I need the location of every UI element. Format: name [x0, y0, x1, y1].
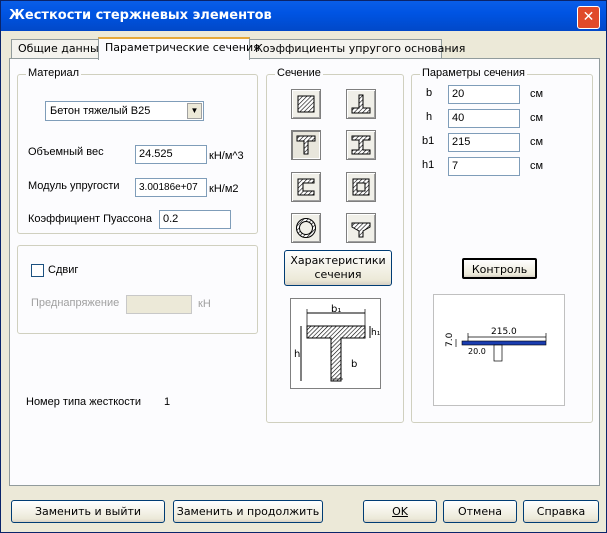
material-select[interactable]: Бетон тяжелый В25 ▼ — [45, 101, 204, 121]
param-b-field[interactable]: 20 — [448, 85, 520, 104]
ring-section-button[interactable] — [291, 213, 321, 243]
param-h-field[interactable]: 40 — [448, 109, 520, 128]
param-b-label: b — [426, 87, 433, 99]
section-characteristics-button[interactable]: Характеристики сечения — [284, 250, 392, 286]
box-section-button[interactable] — [346, 172, 376, 202]
param-h1-unit: см — [530, 160, 544, 172]
title-bar: Жесткости стержневых элементов ✕ — [1, 1, 606, 31]
prestress-label: Преднапряжение — [31, 297, 120, 309]
tee-section-icon — [296, 135, 316, 155]
channel-section-button[interactable] — [291, 172, 321, 202]
inverted-tee-section-icon — [351, 94, 371, 114]
control-button[interactable]: Контроль — [462, 258, 537, 279]
prestress-field[interactable] — [126, 295, 192, 314]
material-select-value: Бетон тяжелый В25 — [50, 105, 151, 117]
shear-group: Сдвиг Преднапряжение кН — [17, 245, 258, 334]
diagram-h1-label: h₁ — [371, 328, 380, 338]
modulus-field[interactable]: 3.00186e+07 — [135, 178, 207, 197]
box-section-icon — [352, 178, 370, 196]
weight-field[interactable]: 24.525 — [135, 145, 207, 164]
diagram-h-label: h — [294, 349, 300, 360]
help-button[interactable]: Справка — [523, 500, 599, 523]
rectangle-section-button[interactable] — [291, 89, 321, 119]
tab-parametric-sections[interactable]: Параметрические сечения — [98, 37, 260, 60]
param-h1-label: h1 — [422, 159, 435, 171]
preview-web-label: 20.0 — [468, 347, 486, 356]
close-button[interactable]: ✕ — [577, 6, 600, 29]
params-group: Параметры сечения b 20 см h 40 см b1 215… — [411, 67, 593, 423]
param-b1-field[interactable]: 215 — [448, 133, 520, 152]
cancel-button[interactable]: Отмена — [443, 500, 517, 523]
preview-width-label: 215.0 — [491, 327, 517, 337]
tab-general[interactable]: Общие данные — [11, 39, 107, 58]
modulus-label: Модуль упругости — [28, 180, 120, 192]
param-b1-label: b1 — [422, 135, 435, 147]
param-h-label: h — [426, 111, 433, 123]
preview-height-label: 7.0 — [445, 332, 455, 347]
section-preview-drawing: 215.0 7.0 20.0 — [445, 327, 547, 362]
weight-unit: кН/м^3 — [209, 150, 244, 162]
inverted-tee-section-button[interactable] — [346, 89, 376, 119]
section-group: Сечение Характеристики сечения b₁ h₁ h b — [266, 67, 404, 423]
section-group-title: Сечение — [275, 67, 323, 79]
tab-panel: Материал Бетон тяжелый В25 ▼ Объемный ве… — [9, 58, 600, 486]
modulus-unit: кН/м2 — [209, 183, 239, 195]
i-beam-section-icon — [351, 135, 371, 155]
i-beam-section-button[interactable] — [346, 130, 376, 160]
poisson-field[interactable]: 0.2 — [159, 210, 231, 229]
cross-section-icon — [351, 222, 371, 238]
param-h1-field[interactable]: 7 — [448, 157, 520, 176]
tee-diagram-drawing: b₁ h₁ h b — [294, 304, 381, 382]
diagram-b1-label: b₁ — [331, 304, 341, 315]
replace-continue-button[interactable]: Заменить и продолжить — [173, 500, 323, 523]
param-b1-unit: см — [530, 136, 544, 148]
stiffness-type-label: Номер типа жесткости — [26, 396, 141, 408]
param-h-unit: см — [530, 112, 544, 124]
diagram-b-label: b — [351, 359, 357, 370]
shear-checkbox[interactable] — [31, 264, 44, 277]
close-icon: ✕ — [582, 9, 595, 25]
dialog-window: Жесткости стержневых элементов ✕ Общие д… — [0, 0, 607, 533]
ring-section-icon — [296, 218, 316, 238]
tee-dimension-diagram: b₁ h₁ h b — [290, 298, 381, 389]
shear-label: Сдвиг — [48, 264, 79, 276]
param-b-unit: см — [530, 88, 544, 100]
material-group: Материал Бетон тяжелый В25 ▼ Объемный ве… — [17, 67, 258, 234]
tee-section-button[interactable] — [291, 130, 321, 160]
chevron-down-icon[interactable]: ▼ — [187, 103, 202, 119]
stiffness-type-value: 1 — [164, 396, 171, 408]
cross-section-button[interactable] — [346, 213, 376, 243]
prestress-unit: кН — [198, 298, 211, 310]
weight-label: Объемный вес — [28, 146, 104, 158]
material-group-title: Материал — [26, 67, 81, 79]
replace-exit-button[interactable]: Заменить и выйти — [11, 500, 165, 523]
channel-section-icon — [297, 178, 315, 196]
rectangle-section-icon — [297, 95, 315, 113]
params-group-title: Параметры сечения — [420, 67, 527, 79]
section-preview: 215.0 7.0 20.0 — [433, 294, 565, 406]
ok-button[interactable]: OK — [363, 500, 437, 523]
tab-elastic-foundation[interactable]: Коэффициенты упругого основания — [248, 39, 465, 58]
poisson-label: Коэффициент Пуассона — [28, 213, 152, 225]
window-title: Жесткости стержневых элементов — [9, 8, 272, 23]
